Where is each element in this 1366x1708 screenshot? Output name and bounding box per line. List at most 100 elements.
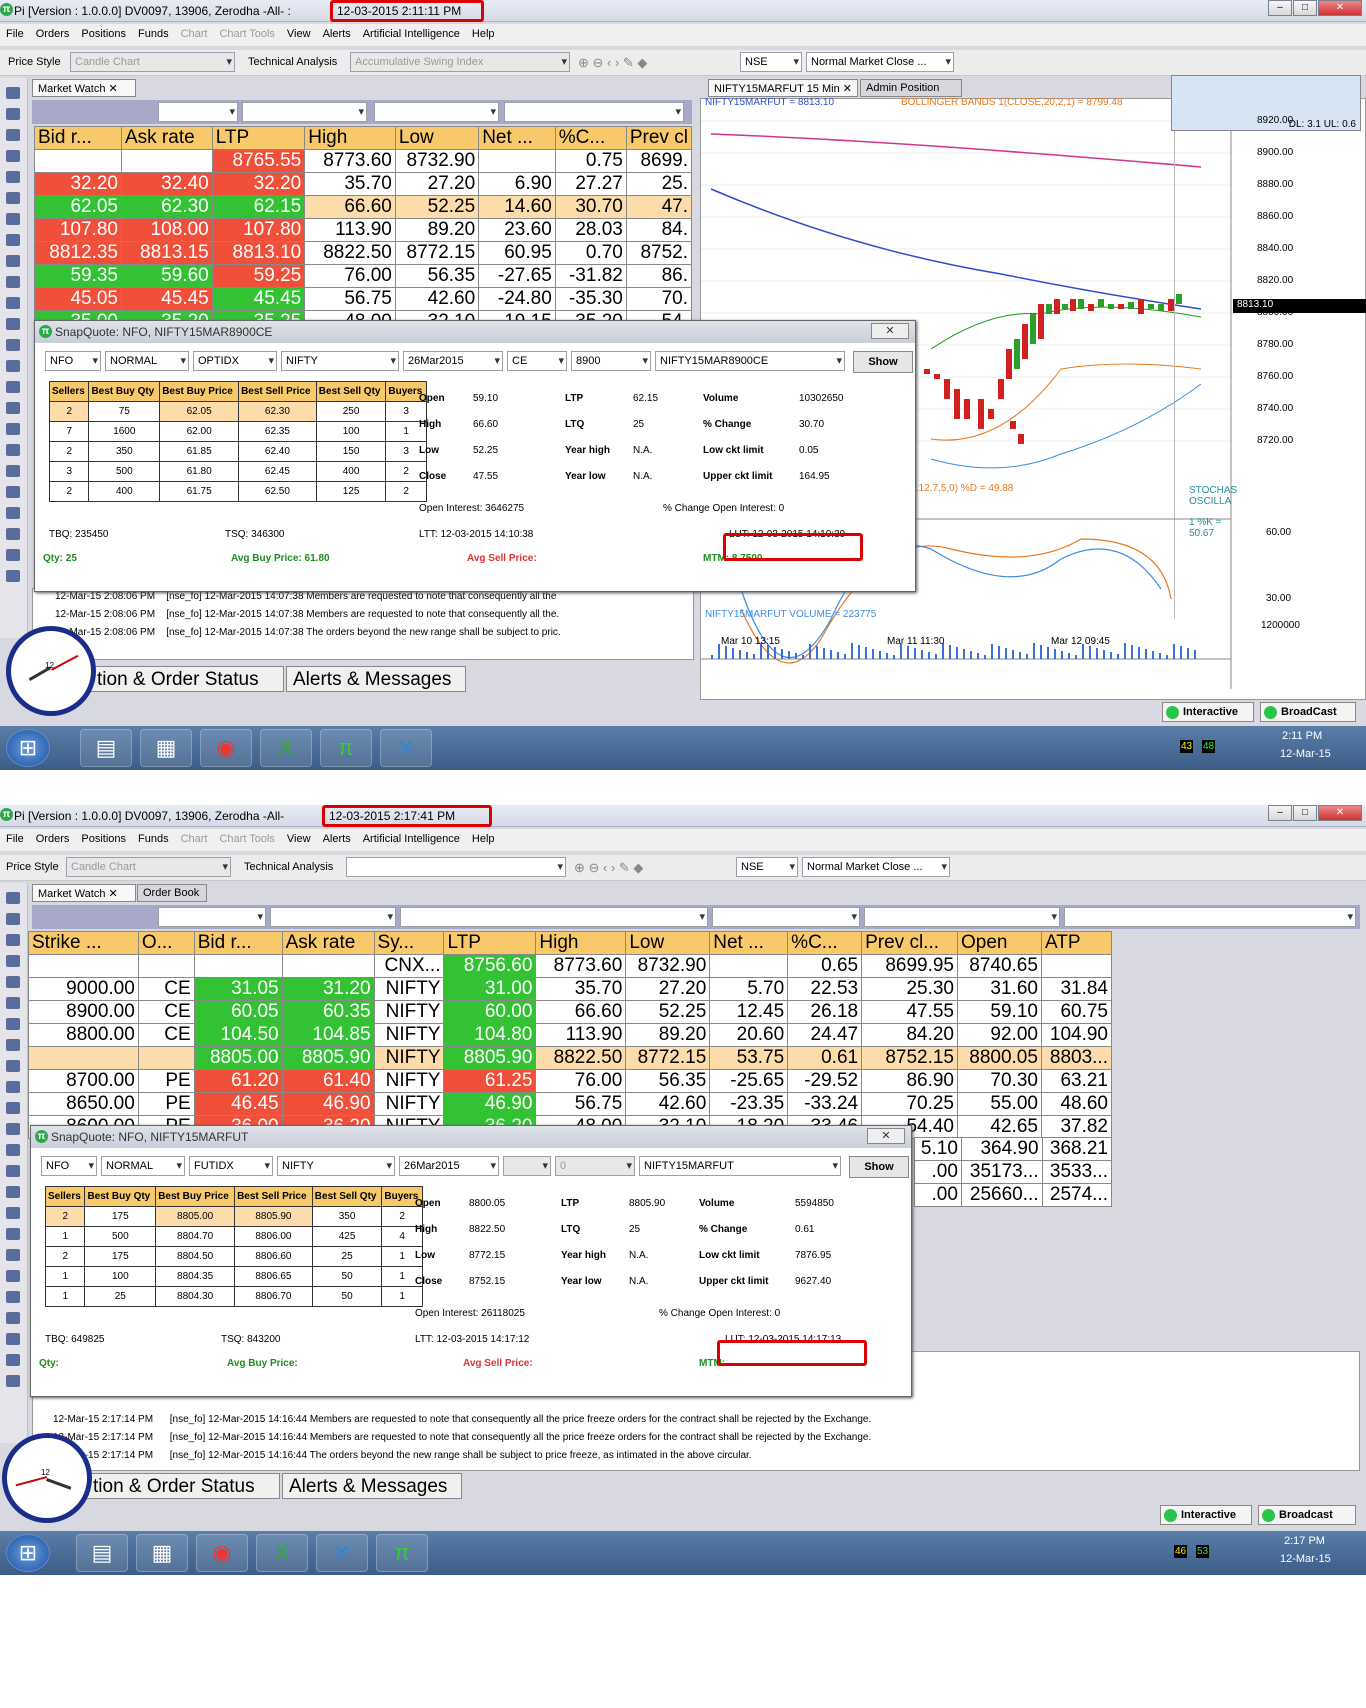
show-button[interactable]: Show — [849, 1156, 909, 1178]
tab-chart[interactable]: NIFTY15MARFUT 15 Min ✕ — [708, 79, 858, 97]
tray-date[interactable]: 12-Mar-15 — [1280, 748, 1331, 760]
zoom-icons[interactable]: ⊕ ⊖ ‹ › ✎ ◆ — [574, 860, 643, 876]
table-row[interactable]: 2 75 62.05 62.30 250 3 — [48, 401, 427, 422]
close-icon[interactable]: ✕ — [871, 323, 909, 339]
indicator-select[interactable]: Accumulative Swing Index — [350, 52, 570, 72]
close-icon[interactable]: ✕ — [867, 1128, 905, 1144]
col-header[interactable]: %C... — [554, 126, 627, 150]
table-row[interactable]: 1 25 8804.30 8806.70 50 1 — [44, 1286, 423, 1307]
menu-help[interactable]: Help — [466, 24, 501, 40]
maximize-button[interactable]: □ — [1293, 805, 1317, 821]
folder-icon[interactable]: ▤ — [80, 729, 132, 767]
table-row[interactable]: .00 35173... 3533... — [914, 1160, 1113, 1184]
chrome-icon[interactable]: ◉ — [200, 729, 252, 767]
table-row[interactable]: 8700.00 PE 61.20 61.40 NIFTY 61.25 76.00 56.35-… — [28, 1069, 1113, 1093]
col-header[interactable]: Low — [394, 126, 480, 150]
tray-date[interactable]: 12-Mar-15 — [1280, 1553, 1331, 1565]
indicator-select[interactable] — [346, 857, 566, 877]
minimize-button[interactable]: – — [1268, 0, 1292, 16]
menu-alerts[interactable]: Alerts — [317, 829, 357, 845]
table-row[interactable]: 7 1600 62.00 62.35 100 1 — [48, 421, 427, 442]
col-header[interactable]: Bid r... — [34, 126, 122, 150]
table-row[interactable]: 8900.00 CE 60.05 60.35 NIFTY 60.00 66.60 52.25 1… — [28, 1000, 1113, 1024]
col-header[interactable]: LTP — [211, 126, 306, 150]
start-button[interactable]: ⊞ — [6, 729, 50, 767]
contract-combo[interactable]: NIFTY15MAR8900CE — [655, 351, 845, 371]
table-row[interactable]: 107.80 108.00 107.80 113.90 89.20 23.60 28.03 8… — [34, 218, 693, 242]
exchange-select[interactable]: NSE — [736, 857, 798, 877]
close-button[interactable]: ✕ — [1318, 805, 1362, 821]
tab-market-watch[interactable]: Market Watch ✕ — [32, 79, 136, 97]
menu-help[interactable]: Help — [466, 829, 501, 845]
table-row[interactable]: 8765.55 8773.60 8732.90 0.75 8699. — [34, 149, 693, 173]
table-row[interactable]: 2 175 8804.50 8806.60 25 1 — [44, 1246, 423, 1267]
col-header[interactable]: Ask rate — [281, 931, 375, 955]
minimize-button[interactable]: – — [1268, 805, 1292, 821]
chrome-icon[interactable]: ◉ — [196, 1534, 248, 1572]
col-header[interactable]: Bid r... — [193, 931, 283, 955]
menu-funds[interactable]: Funds — [132, 829, 175, 845]
type-combo[interactable]: NORMAL — [105, 351, 189, 371]
interactive-status[interactable]: Interactive — [1160, 1505, 1252, 1525]
col-header[interactable]: ATP — [1040, 931, 1113, 955]
tray-time[interactable]: 2:11 PM — [1282, 730, 1322, 742]
interactive-status[interactable]: Interactive — [1162, 702, 1254, 722]
menu-alerts[interactable]: Alerts — [317, 24, 357, 40]
exchange-combo[interactable]: NFO — [45, 351, 101, 371]
table-row[interactable]: 5.10 364.90 368.21 — [914, 1137, 1113, 1161]
menu-file[interactable]: File — [0, 24, 30, 40]
col-header[interactable]: LTP — [443, 931, 537, 955]
exchange-select[interactable]: NSE — [740, 52, 802, 72]
menu-funds[interactable]: Funds — [132, 24, 175, 40]
tab-order-book[interactable]: Order Book — [137, 884, 207, 902]
table-row[interactable]: 2 350 61.85 62.40 150 3 — [48, 441, 427, 462]
col-header[interactable]: Sy... — [373, 931, 445, 955]
table-row[interactable]: 8812.35 8813.15 8813.10 8822.50 8772.15 60.95… — [34, 241, 693, 265]
table-row[interactable]: 62.05 62.30 62.15 66.60 52.25 14.60 30.70 47. — [34, 195, 693, 219]
strike-combo[interactable]: 8900 — [571, 351, 651, 371]
market-status-select[interactable]: Normal Market Close ... — [806, 52, 954, 72]
tab-order-status[interactable]: tion & Order Status — [86, 1473, 280, 1499]
table-row[interactable]: 3 500 61.80 62.45 400 2 — [48, 461, 427, 482]
tab-alerts-messages[interactable]: Alerts & Messages — [286, 666, 466, 692]
tab-order-status[interactable]: tion & Order Status — [90, 666, 284, 692]
table-row[interactable]: 32.20 32.40 32.20 35.70 27.20 6.90 27.27 25. — [34, 172, 693, 196]
tray-time[interactable]: 2:17 PM — [1284, 1535, 1325, 1547]
show-button[interactable]: Show — [853, 351, 913, 373]
candle-chart-select[interactable]: Candle Chart — [70, 52, 235, 72]
menu-chart-tools[interactable]: Chart Tools — [213, 829, 280, 845]
table-row[interactable]: 9000.00 CE 31.05 31.20 NIFTY 31.00 35.70 27.20 5… — [28, 977, 1113, 1001]
instrument-combo[interactable]: OPTIDX — [193, 351, 277, 371]
broadcast-status[interactable]: BroadCast — [1260, 702, 1356, 722]
excel-icon[interactable]: X — [256, 1534, 308, 1572]
menu-view[interactable]: View — [281, 829, 317, 845]
contract-combo[interactable]: NIFTY15MARFUT — [639, 1156, 841, 1176]
menu-chart-tools[interactable]: Chart Tools — [213, 24, 280, 40]
tab-admin-position[interactable]: Admin Position — [860, 79, 962, 97]
menu-view[interactable]: View — [281, 24, 317, 40]
excel-icon[interactable]: X — [260, 729, 312, 767]
table-row[interactable]: 8650.00 PE 46.45 46.90 NIFTY 46.90 56.75 42.60-… — [28, 1092, 1113, 1116]
table-row[interactable]: 1 500 8804.70 8806.00 425 4 — [44, 1226, 423, 1247]
col-header[interactable]: O... — [137, 931, 195, 955]
symbol-combo[interactable]: NIFTY — [277, 1156, 395, 1176]
table-row[interactable]: 59.35 59.60 59.25 76.00 56.35 -27.65 -31.82 86. — [34, 264, 693, 288]
col-header[interactable]: Ask rate — [120, 126, 213, 150]
broadcast-status[interactable]: Broadcast — [1258, 1505, 1356, 1525]
instrument-combo[interactable]: FUTIDX — [189, 1156, 273, 1176]
calculator-icon[interactable]: ▦ — [136, 1534, 188, 1572]
table-row[interactable]: .00 25660... 2574... — [914, 1183, 1113, 1207]
col-header[interactable]: Open — [957, 931, 1042, 955]
col-header[interactable]: Prev cl — [625, 126, 693, 150]
start-button[interactable]: ⊞ — [6, 1534, 50, 1572]
table-row[interactable]: 2 175 8805.00 8805.90 350 2 — [44, 1206, 423, 1227]
expiry-combo[interactable]: 26Mar2015 — [399, 1156, 499, 1176]
menu-ai[interactable]: Artificial Intelligence — [357, 829, 466, 845]
expiry-combo[interactable]: 26Mar2015 — [403, 351, 503, 371]
tab-alerts-messages[interactable]: Alerts & Messages — [282, 1473, 462, 1499]
table-row[interactable]: 45.05 45.45 45.45 56.75 42.60 -24.80 -35.30 70. — [34, 287, 693, 311]
option-type-combo[interactable] — [503, 1156, 551, 1176]
table-row[interactable]: 1 100 8804.35 8806.65 50 1 — [44, 1266, 423, 1287]
exchange-combo[interactable]: NFO — [41, 1156, 97, 1176]
table-row[interactable]: CNX... 8756.60 8773.60 8732.90 0.65 8699.95 87… — [28, 954, 1113, 978]
